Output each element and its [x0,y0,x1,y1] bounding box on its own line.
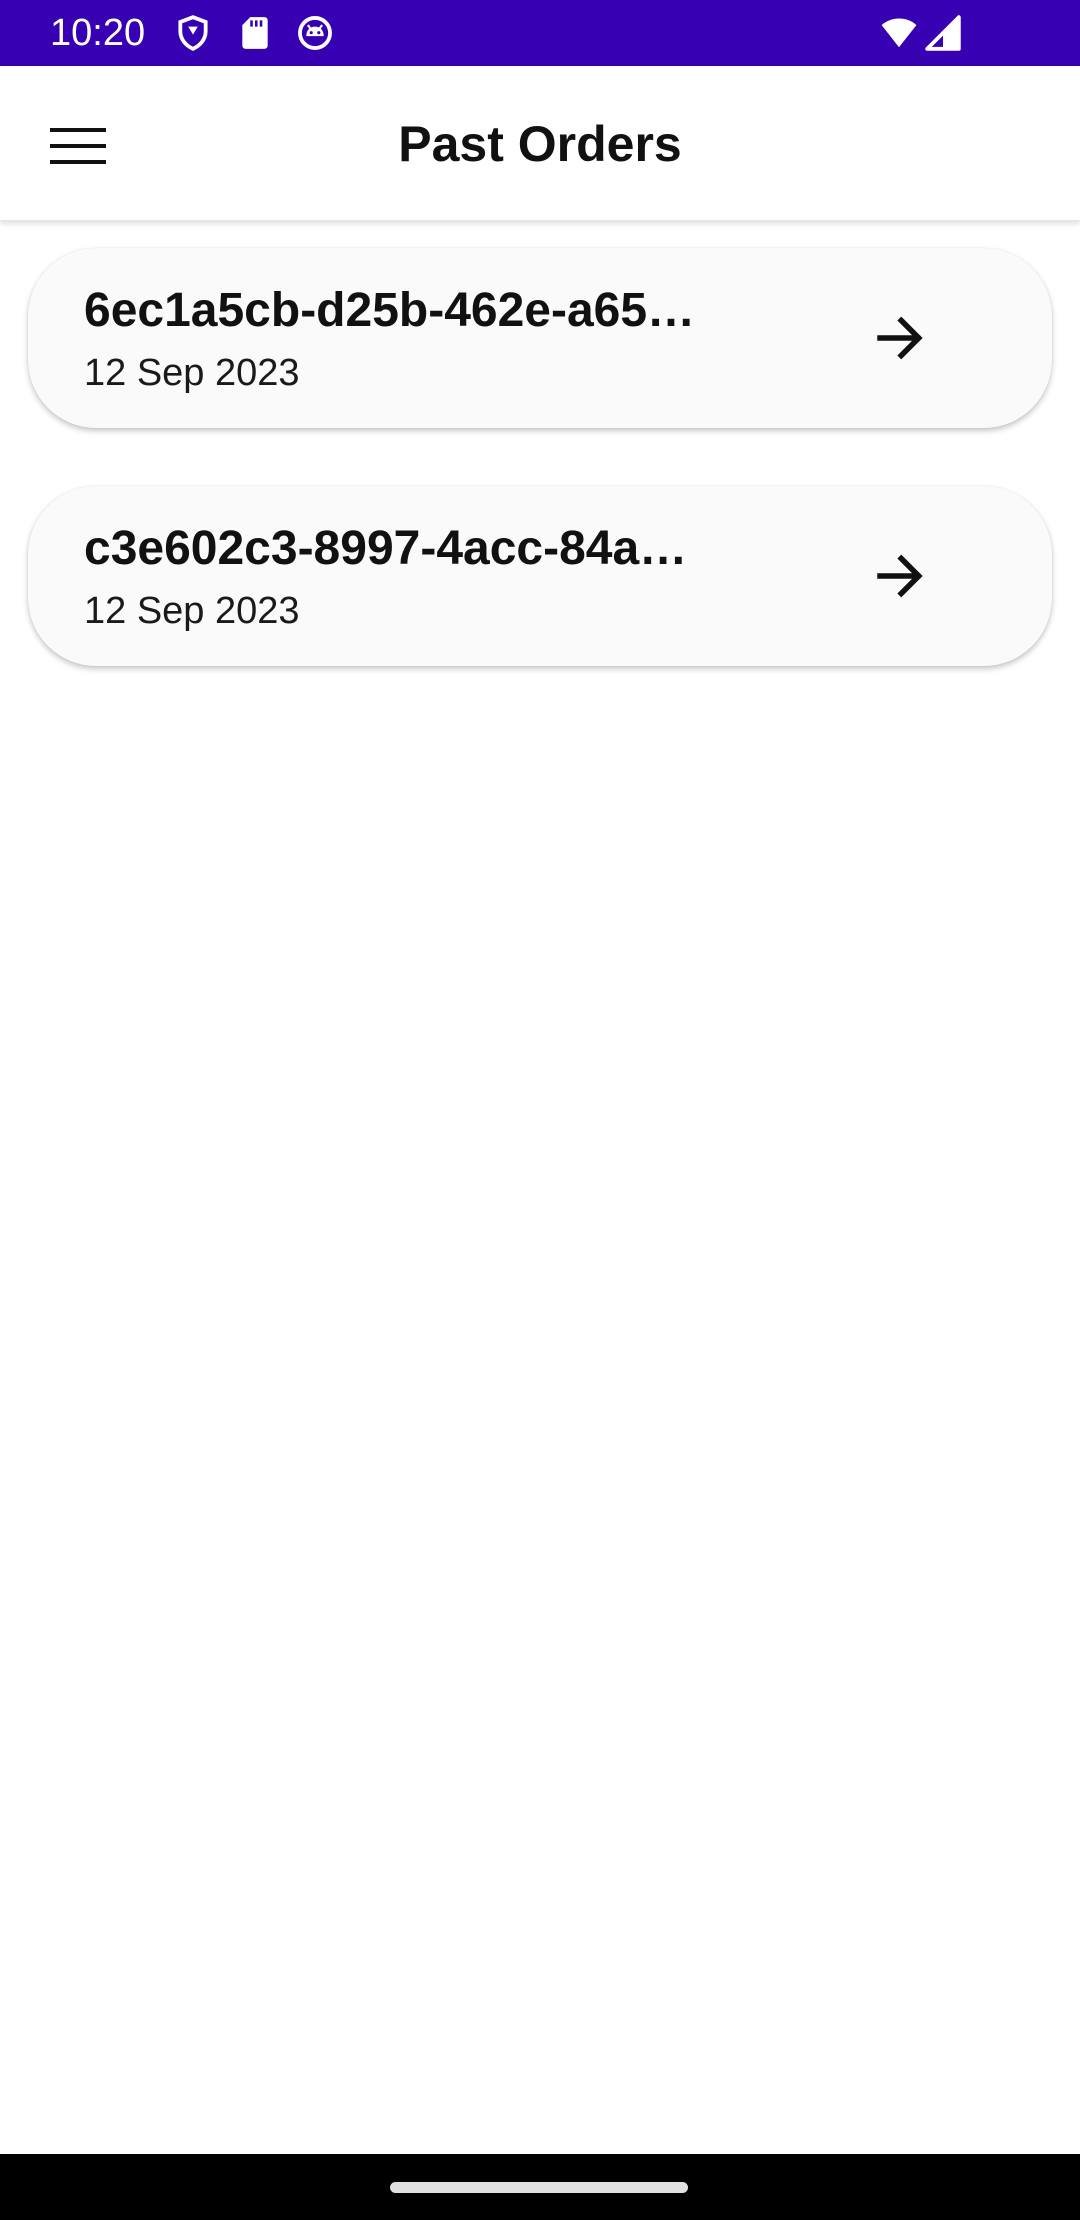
order-date: 12 Sep 2023 [84,590,300,632]
order-id: 6ec1a5cb-d25b-462e-a65… [84,284,696,337]
arrow-right-icon[interactable] [870,308,930,368]
app-bar: Past Orders [0,66,1080,221]
arrow-right-icon[interactable] [870,546,930,606]
wifi-icon [881,18,917,48]
order-card[interactable]: c3e602c3-8997-4acc-84a… 12 Sep 2023 [28,486,1052,666]
orders-list: 6ec1a5cb-d25b-462e-a65… 12 Sep 2023 c3e6… [28,248,1052,724]
order-card[interactable]: 6ec1a5cb-d25b-462e-a65… 12 Sep 2023 [28,248,1052,428]
home-gesture-bar[interactable] [390,2182,688,2193]
order-id: c3e602c3-8997-4acc-84a… [84,522,688,575]
status-bar: 10:20 [0,0,1080,66]
cellular-signal-icon [925,15,961,51]
sd-card-icon [242,17,268,49]
screen: 10:20 Past Orders 6ec1a5cb-d25b-462e-a65… [0,0,1080,2220]
android-face-icon [298,16,332,50]
page-title: Past Orders [398,116,682,172]
status-time: 10:20 [50,12,146,54]
order-date: 12 Sep 2023 [84,352,300,394]
shield-icon [178,15,208,51]
